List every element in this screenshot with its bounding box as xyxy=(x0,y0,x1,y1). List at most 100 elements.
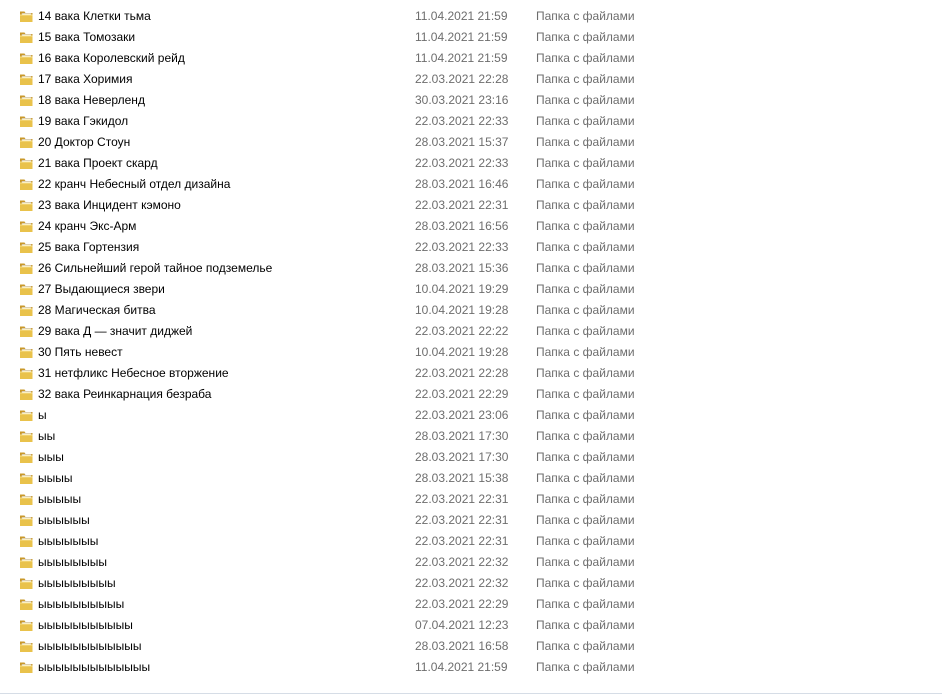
file-row[interactable]: 15 вака Томозаки 11.04.2021 21:59 Папка … xyxy=(0,27,942,48)
file-name: 15 вака Томозаки xyxy=(38,30,136,44)
file-name: 24 кранч Экс-Арм xyxy=(38,219,137,233)
file-row[interactable]: 31 нетфликс Небесное вторжение 22.03.202… xyxy=(0,363,942,384)
file-row[interactable]: ыыыы 28.03.2021 15:38 Папка с файлами xyxy=(0,468,942,489)
file-type: Папка с файлами xyxy=(536,198,635,212)
file-row[interactable]: 16 вака Королевский рейд 11.04.2021 21:5… xyxy=(0,48,942,69)
file-modified-date: 22.03.2021 22:32 xyxy=(415,576,509,590)
file-row[interactable]: ыыыыыыыыыыыыы 11.04.2021 21:59 Папка с ф… xyxy=(0,657,942,678)
file-row[interactable]: 22 кранч Небесный отдел дизайна 28.03.20… xyxy=(0,174,942,195)
file-row[interactable]: 19 вака Гэкидол 22.03.2021 22:33 Папка с… xyxy=(0,111,942,132)
folder-icon xyxy=(19,177,34,192)
folder-icon xyxy=(19,51,34,66)
file-name: ыыыыыыыыы xyxy=(38,576,116,590)
folder-icon xyxy=(19,513,34,528)
file-modified-date: 22.03.2021 22:31 xyxy=(415,198,509,212)
file-row[interactable]: 28 Магическая битва 10.04.2021 19:28 Пап… xyxy=(0,300,942,321)
file-row[interactable]: 30 Пять невест 10.04.2021 19:28 Папка с … xyxy=(0,342,942,363)
file-row[interactable]: ыыыыыыыыыы 22.03.2021 22:29 Папка с файл… xyxy=(0,594,942,615)
file-row[interactable]: ыы 28.03.2021 17:30 Папка с файлами xyxy=(0,426,942,447)
folder-icon xyxy=(19,534,34,549)
file-name: ыыыыыыыы xyxy=(38,555,107,569)
file-name: ыыыыыыыыыы xyxy=(38,597,125,611)
file-modified-date: 11.04.2021 21:59 xyxy=(415,51,508,65)
folder-icon xyxy=(19,93,34,108)
file-row[interactable]: 29 вака Д — значит диджей 22.03.2021 22:… xyxy=(0,321,942,342)
file-name: 22 кранч Небесный отдел дизайна xyxy=(38,177,231,191)
file-row[interactable]: 21 вака Проект скард 22.03.2021 22:33 Па… xyxy=(0,153,942,174)
file-modified-date: 22.03.2021 22:31 xyxy=(415,513,509,527)
folder-icon xyxy=(19,618,34,633)
folder-icon xyxy=(19,219,34,234)
file-type: Папка с файлами xyxy=(536,408,635,422)
file-modified-date: 11.04.2021 21:59 xyxy=(415,9,508,23)
file-modified-date: 11.04.2021 21:59 xyxy=(415,660,508,674)
file-row[interactable]: ыыыыыыы 22.03.2021 22:31 Папка с файлами xyxy=(0,531,942,552)
file-type: Папка с файлами xyxy=(536,639,635,653)
file-type: Папка с файлами xyxy=(536,30,635,44)
file-modified-date: 28.03.2021 16:58 xyxy=(415,639,509,653)
file-modified-date: 22.03.2021 22:33 xyxy=(415,156,509,170)
file-type: Папка с файлами xyxy=(536,387,635,401)
file-type: Папка с файлами xyxy=(536,618,635,632)
file-type: Папка с файлами xyxy=(536,345,635,359)
file-modified-date: 22.03.2021 22:28 xyxy=(415,366,509,380)
folder-icon xyxy=(19,282,34,297)
file-row[interactable]: ыыыыы 22.03.2021 22:31 Папка с файлами xyxy=(0,489,942,510)
file-row[interactable]: ыыыыыыыыы 22.03.2021 22:32 Папка с файла… xyxy=(0,573,942,594)
file-type: Папка с файлами xyxy=(536,597,635,611)
folder-icon xyxy=(19,450,34,465)
file-row[interactable]: 23 вака Инцидент кэмоно 22.03.2021 22:31… xyxy=(0,195,942,216)
file-row[interactable]: ыыы 28.03.2021 17:30 Папка с файлами xyxy=(0,447,942,468)
file-modified-date: 07.04.2021 12:23 xyxy=(415,618,509,632)
file-row[interactable]: 32 вака Реинкарнация безраба 22.03.2021 … xyxy=(0,384,942,405)
file-name: ы xyxy=(38,408,47,422)
file-row[interactable]: 26 Сильнейший герой тайное подземелье 28… xyxy=(0,258,942,279)
file-modified-date: 11.04.2021 21:59 xyxy=(415,30,508,44)
file-type: Папка с файлами xyxy=(536,534,635,548)
file-row[interactable]: ыыыыыы 22.03.2021 22:31 Папка с файлами xyxy=(0,510,942,531)
file-row[interactable]: ы 22.03.2021 23:06 Папка с файлами xyxy=(0,405,942,426)
file-modified-date: 22.03.2021 23:06 xyxy=(415,408,509,422)
file-type: Папка с файлами xyxy=(536,513,635,527)
file-row[interactable]: ыыыыыыыыыыыы 28.03.2021 16:58 Папка с фа… xyxy=(0,636,942,657)
file-row[interactable]: 18 вака Неверленд 30.03.2021 23:16 Папка… xyxy=(0,90,942,111)
file-row[interactable]: 27 Выдающиеся звери 10.04.2021 19:29 Пап… xyxy=(0,279,942,300)
folder-icon xyxy=(19,576,34,591)
file-type: Папка с файлами xyxy=(536,555,635,569)
folder-icon xyxy=(19,198,34,213)
file-name: 20 Доктор Стоун xyxy=(38,135,131,149)
file-name: 17 вака Хоримия xyxy=(38,72,133,86)
file-name: 19 вака Гэкидол xyxy=(38,114,129,128)
file-name: 23 вака Инцидент кэмоно xyxy=(38,198,181,212)
file-name: 27 Выдающиеся звери xyxy=(38,282,165,296)
folder-icon xyxy=(19,555,34,570)
file-row[interactable]: 14 вака Клетки тьма 11.04.2021 21:59 Пап… xyxy=(0,6,942,27)
file-row[interactable]: 25 вака Гортензия 22.03.2021 22:33 Папка… xyxy=(0,237,942,258)
file-name: ыыыыыыыыыыы xyxy=(38,618,133,632)
file-row[interactable]: ыыыыыыыы 22.03.2021 22:32 Папка с файлам… xyxy=(0,552,942,573)
file-modified-date: 28.03.2021 15:36 xyxy=(415,261,509,275)
file-modified-date: 22.03.2021 22:28 xyxy=(415,72,509,86)
file-name: ыыы xyxy=(38,450,64,464)
folder-icon xyxy=(19,30,34,45)
file-modified-date: 28.03.2021 17:30 xyxy=(415,450,509,464)
file-row[interactable]: ыыыыыыыыыыы 07.04.2021 12:23 Папка с фай… xyxy=(0,615,942,636)
file-name: 26 Сильнейший герой тайное подземелье xyxy=(38,261,273,275)
file-type: Папка с файлами xyxy=(536,429,635,443)
file-row[interactable]: 20 Доктор Стоун 28.03.2021 15:37 Папка с… xyxy=(0,132,942,153)
file-name: ыыыыыыыыыыыыы xyxy=(38,660,151,674)
file-row[interactable]: 24 кранч Экс-Арм 28.03.2021 16:56 Папка … xyxy=(0,216,942,237)
file-modified-date: 22.03.2021 22:31 xyxy=(415,492,509,506)
folder-icon xyxy=(19,366,34,381)
folder-icon xyxy=(19,597,34,612)
file-name: 30 Пять невест xyxy=(38,345,123,359)
file-row[interactable]: 17 вака Хоримия 22.03.2021 22:28 Папка с… xyxy=(0,69,942,90)
file-modified-date: 10.04.2021 19:29 xyxy=(415,282,509,296)
folder-icon xyxy=(19,303,34,318)
file-name: 31 нетфликс Небесное вторжение xyxy=(38,366,229,380)
file-type: Папка с файлами xyxy=(536,135,635,149)
file-type: Папка с файлами xyxy=(536,114,635,128)
folder-icon xyxy=(19,135,34,150)
folder-icon xyxy=(19,387,34,402)
folder-icon xyxy=(19,240,34,255)
